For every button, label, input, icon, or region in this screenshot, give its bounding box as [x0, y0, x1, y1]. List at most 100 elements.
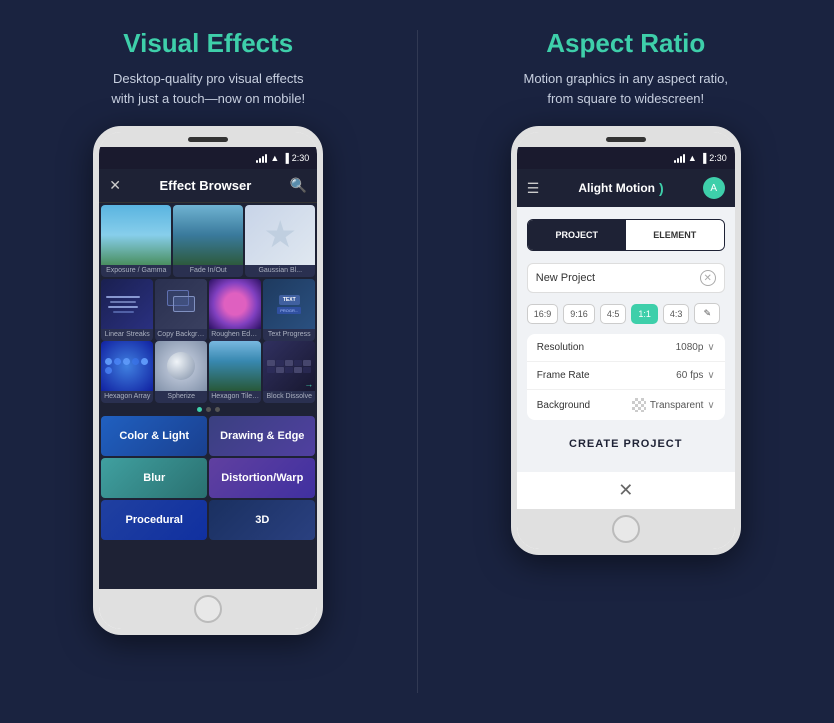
category-3d[interactable]: 3D	[209, 500, 315, 540]
right-signal-icon	[674, 153, 685, 163]
project-element-tabs: PROJECT ELEMENT	[527, 219, 725, 251]
alight-header: ☰ Alight Motion ) A	[517, 169, 735, 207]
right-panel-title: Aspect Ratio	[546, 28, 705, 59]
ratio-16-9[interactable]: 16:9	[527, 304, 559, 324]
hamburger-icon[interactable]: ☰	[527, 180, 540, 197]
dot-2	[206, 407, 211, 412]
aspect-ratio-row: 16:9 9:16 4:5 1:1 4:3 ✎	[527, 303, 725, 324]
background-chevron-icon: ∨	[707, 400, 714, 411]
effect-thumb-hex-tile	[209, 341, 261, 391]
effect-thumb-streaks	[101, 279, 153, 329]
clear-project-name-button[interactable]: ✕	[700, 270, 716, 286]
effect-thumb-sphere	[155, 341, 207, 391]
effect-card-hex-tile[interactable]: Hexagon Tile Shift	[209, 341, 261, 403]
category-blur[interactable]: Blur	[101, 458, 207, 498]
effect-label-gaussian: Gaussian Bl...	[245, 265, 315, 277]
effect-thumb-star	[245, 205, 315, 265]
search-icon[interactable]: 🔍	[290, 177, 307, 194]
tab-project[interactable]: PROJECT	[528, 220, 626, 250]
frame-rate-chevron-icon: ∨	[707, 370, 714, 381]
effect-label-text-progress: Text Progress	[263, 329, 315, 341]
right-phone-speaker	[606, 137, 646, 142]
ratio-4-3[interactable]: 4:3	[663, 304, 690, 324]
effect-thumb-sky	[101, 205, 171, 265]
user-avatar[interactable]: A	[703, 177, 725, 199]
effect-card-exposure[interactable]: Exposure / Gamma	[101, 205, 171, 277]
effect-card-spherize[interactable]: Spherize	[155, 341, 207, 403]
effect-thumb-lake	[173, 205, 243, 265]
alight-logo-emblem: )	[659, 180, 664, 196]
sphere-shape	[167, 352, 195, 380]
phone-bottom-bezel	[99, 589, 317, 629]
right-time-display: 2:30	[709, 153, 727, 163]
right-home-button[interactable]	[612, 515, 640, 543]
alight-logo-text: Alight Motion	[578, 181, 655, 195]
effects-row-2: Linear Streaks Copy Background Roughen E…	[99, 279, 317, 341]
dot-1	[197, 407, 202, 412]
alight-content: PROJECT ELEMENT New Project ✕ 16:9 9:16 …	[517, 207, 735, 472]
effects-row-3: Hexagon Array Spherize Hexagon Tile Shif…	[99, 341, 317, 403]
effect-label-exposure: Exposure / Gamma	[101, 265, 171, 277]
category-procedural[interactable]: Procedural	[101, 500, 207, 540]
right-panel-subtitle: Motion graphics in any aspect ratio,from…	[524, 69, 729, 108]
status-bar-left: ▲ ▐ 2:30	[99, 147, 317, 169]
effect-card-block-dissolve[interactable]: → Block Dissolve	[263, 341, 315, 403]
left-panel: Visual Effects Desktop-quality pro visua…	[0, 0, 417, 723]
left-panel-title: Visual Effects	[123, 28, 293, 59]
right-panel: Aspect Ratio Motion graphics in any aspe…	[418, 0, 834, 723]
effect-label-hex-array: Hexagon Array	[101, 391, 153, 403]
resolution-text: 1080p	[676, 342, 704, 353]
effect-card-roughen[interactable]: Roughen Edges	[209, 279, 261, 341]
project-name-field[interactable]: New Project ✕	[527, 263, 725, 293]
frame-rate-row[interactable]: Frame Rate 60 fps ∨	[527, 362, 725, 390]
star-shape	[265, 220, 295, 250]
transparent-checkerboard-icon	[632, 398, 646, 412]
background-label: Background	[537, 400, 590, 411]
ratio-9-16[interactable]: 9:16	[563, 304, 595, 324]
resolution-chevron-icon: ∨	[707, 342, 714, 353]
phone-top-bezel	[99, 132, 317, 147]
right-battery-icon: ▐	[700, 153, 706, 163]
close-icon[interactable]: ✕	[109, 177, 121, 194]
effect-label-fade: Fade In/Out	[173, 265, 243, 277]
custom-ratio-button[interactable]: ✎	[694, 303, 720, 324]
category-distortion-warp[interactable]: Distortion/Warp	[209, 458, 315, 498]
effect-thumb-block: →	[263, 341, 315, 391]
effect-thumb-copy	[155, 279, 207, 329]
right-phone-top-bezel	[517, 132, 735, 147]
effect-card-copy-bg[interactable]: Copy Background	[155, 279, 207, 341]
left-phone: ▲ ▐ 2:30 ✕ Effect Browser 🔍 Exposure / G…	[93, 126, 323, 635]
effect-card-text-progress[interactable]: TEXT PROGR... Text Progress	[263, 279, 315, 341]
status-icons: ▲ ▐ 2:30	[256, 153, 309, 163]
frame-rate-text: 60 fps	[676, 370, 703, 381]
effect-card-gaussian[interactable]: Gaussian Bl...	[245, 205, 315, 277]
effect-card-streaks[interactable]: Linear Streaks	[101, 279, 153, 341]
create-project-button[interactable]: CREATE PROJECT	[527, 428, 725, 460]
background-text: Transparent	[650, 400, 704, 411]
category-color-light[interactable]: Color & Light	[101, 416, 207, 456]
frame-rate-value: 60 fps ∨	[676, 370, 715, 381]
tab-element[interactable]: ELEMENT	[626, 220, 724, 250]
close-bottom-icon[interactable]: ✕	[618, 480, 633, 501]
dot-3	[215, 407, 220, 412]
effect-thumb-hex-array	[101, 341, 153, 391]
right-phone-bottom-bezel	[517, 509, 735, 549]
ratio-4-5[interactable]: 4:5	[600, 304, 627, 324]
ratio-1-1[interactable]: 1:1	[631, 304, 658, 324]
effect-card-fade[interactable]: Fade In/Out	[173, 205, 243, 277]
effects-row-1: Exposure / Gamma Fade In/Out Gaussian Bl…	[99, 203, 317, 279]
effect-label-roughen: Roughen Edges	[209, 329, 261, 341]
category-drawing-edge[interactable]: Drawing & Edge	[209, 416, 315, 456]
resolution-row[interactable]: Resolution 1080p ∨	[527, 334, 725, 362]
right-wifi-icon: ▲	[688, 153, 697, 163]
effect-card-hex-array[interactable]: Hexagon Array	[101, 341, 153, 403]
home-button[interactable]	[194, 595, 222, 623]
effect-thumb-roughen	[209, 279, 261, 329]
status-bar-right: ▲ ▐ 2:30	[517, 147, 735, 169]
effect-label-copy-bg: Copy Background	[155, 329, 207, 341]
background-row[interactable]: Background Transparent ∨	[527, 390, 725, 420]
left-panel-subtitle: Desktop-quality pro visual effectswith j…	[111, 69, 305, 108]
resolution-value: 1080p ∨	[676, 342, 715, 353]
effect-header: ✕ Effect Browser 🔍	[99, 169, 317, 203]
frame-rate-label: Frame Rate	[537, 370, 590, 381]
